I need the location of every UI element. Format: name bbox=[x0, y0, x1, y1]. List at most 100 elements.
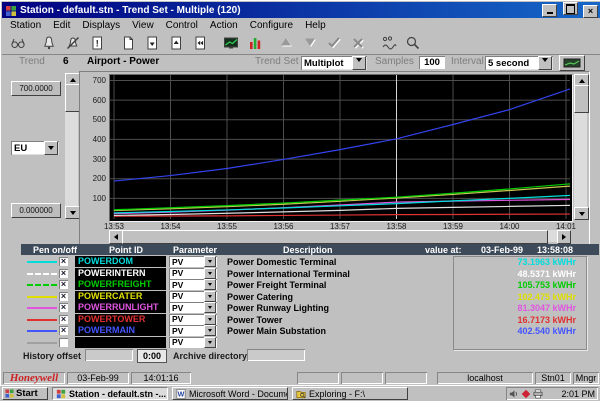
menu-item-help[interactable]: Help bbox=[299, 20, 332, 31]
pen-style-swatch bbox=[27, 261, 57, 263]
status-empty-cell bbox=[385, 372, 427, 384]
taskbar-task-explorer[interactable]: Exploring - F:\ bbox=[292, 387, 408, 400]
chevron-down-icon[interactable] bbox=[44, 141, 58, 155]
pen-table-row: PV bbox=[1, 337, 600, 349]
page-down-icon[interactable] bbox=[141, 34, 163, 53]
pen-enabled-checkbox[interactable]: × bbox=[59, 280, 68, 289]
scrollbar-thumb[interactable] bbox=[574, 85, 589, 113]
parameter-combo[interactable]: PV bbox=[169, 314, 217, 325]
menu-item-configure[interactable]: Configure bbox=[244, 20, 299, 31]
taskbar-task-word[interactable]: WMicrosoft Word - Document5 bbox=[172, 387, 288, 400]
trend-display-icon[interactable] bbox=[220, 34, 242, 53]
point-description: Power Freight Terminal bbox=[227, 280, 326, 290]
chevron-down-icon[interactable] bbox=[204, 291, 216, 302]
scrollbar-thumb[interactable] bbox=[122, 230, 548, 244]
eu-combo[interactable]: EU bbox=[11, 141, 59, 155]
alarm-disable-icon[interactable] bbox=[62, 34, 84, 53]
raise-icon[interactable] bbox=[275, 34, 297, 53]
zoom-icon[interactable] bbox=[402, 34, 424, 53]
chevron-down-icon[interactable] bbox=[538, 56, 552, 70]
pen-enabled-checkbox[interactable]: × bbox=[59, 269, 68, 278]
pen-enabled-checkbox[interactable]: × bbox=[59, 326, 68, 335]
toolbar-separator bbox=[212, 34, 219, 53]
point-id-cell: POWERDOM bbox=[75, 256, 166, 267]
scroll-down-icon[interactable] bbox=[574, 207, 589, 220]
chart-left-scrollbar[interactable] bbox=[65, 73, 78, 219]
parameter-combo[interactable]: PV bbox=[169, 279, 217, 290]
close-button[interactable]: × bbox=[583, 5, 598, 18]
chevron-down-icon[interactable] bbox=[204, 314, 216, 325]
chevron-down-icon[interactable] bbox=[204, 268, 216, 279]
toolbar-separator bbox=[30, 34, 37, 53]
pen-style-swatch bbox=[27, 284, 57, 286]
minimize-button[interactable] bbox=[542, 4, 557, 17]
chevron-down-icon[interactable] bbox=[352, 56, 366, 70]
alarm-bell-icon[interactable] bbox=[38, 34, 60, 53]
page-back-icon[interactable] bbox=[189, 34, 211, 53]
trend-set-combo[interactable]: Multiplot bbox=[301, 56, 367, 70]
volume-icon[interactable] bbox=[509, 389, 521, 399]
pen-enabled-checkbox[interactable]: × bbox=[59, 315, 68, 324]
maximize-button[interactable] bbox=[563, 2, 578, 15]
taskbar-clock: 2:01 PM bbox=[561, 389, 595, 399]
y-axis-tick-label: 500 bbox=[80, 115, 106, 124]
scrollbar-thumb[interactable] bbox=[65, 84, 80, 112]
chart-right-scrollbar[interactable] bbox=[574, 74, 587, 220]
scroll-right-icon[interactable] bbox=[557, 230, 571, 244]
pen-enabled-checkbox[interactable]: × bbox=[59, 257, 68, 266]
samples-field[interactable]: 100 bbox=[419, 56, 445, 69]
menu-item-station[interactable]: Station bbox=[4, 20, 47, 31]
point-value: 102.475 kWHr bbox=[461, 292, 576, 302]
alarm-page-icon[interactable]: ! bbox=[86, 34, 108, 53]
range-max-field[interactable]: 700.0000 bbox=[11, 81, 61, 96]
parameter-combo[interactable]: PV bbox=[169, 325, 217, 336]
menu-item-displays[interactable]: Displays bbox=[76, 20, 126, 31]
trend-plot[interactable] bbox=[109, 74, 573, 222]
recorder-button[interactable] bbox=[559, 55, 585, 71]
parameter-combo[interactable]: PV bbox=[169, 291, 217, 302]
menu-item-edit[interactable]: Edit bbox=[47, 20, 76, 31]
accept-icon[interactable] bbox=[323, 34, 345, 53]
chart-h-scrollbar[interactable] bbox=[109, 230, 571, 242]
page-icon[interactable] bbox=[117, 34, 139, 53]
scroll-left-icon[interactable] bbox=[109, 230, 123, 244]
parameter-combo[interactable]: PV bbox=[169, 256, 217, 267]
interval-combo[interactable]: 5 second bbox=[485, 56, 553, 70]
menu-item-action[interactable]: Action bbox=[204, 20, 244, 31]
history-offset-input[interactable] bbox=[85, 349, 133, 361]
toolbar: ! bbox=[2, 32, 600, 55]
pen-style-swatch bbox=[27, 330, 57, 332]
trend-chart-frame: 100200300400500600700 13:5313:5413:5513:… bbox=[79, 71, 590, 245]
print-tray-icon[interactable] bbox=[533, 389, 545, 399]
toolbar-separator bbox=[267, 34, 274, 53]
group-display-icon[interactable] bbox=[244, 34, 266, 53]
chevron-down-icon[interactable] bbox=[204, 302, 216, 313]
taskbar-task-station[interactable]: Station - default.stn -... bbox=[52, 387, 168, 400]
chevron-down-icon[interactable] bbox=[204, 337, 216, 348]
goto-spectacles-icon[interactable] bbox=[7, 34, 29, 53]
history-offset-value: 0:00 bbox=[137, 349, 167, 363]
menu-item-view[interactable]: View bbox=[126, 20, 160, 31]
archive-directory-input[interactable] bbox=[247, 349, 305, 361]
chevron-down-icon[interactable] bbox=[204, 325, 216, 336]
pen-enabled-checkbox[interactable]: × bbox=[59, 303, 68, 312]
correlate-icon[interactable] bbox=[378, 34, 400, 53]
archive-directory-label: Archive directory bbox=[173, 351, 247, 361]
cancel-icon[interactable] bbox=[347, 34, 369, 53]
pen-enabled-checkbox[interactable]: × bbox=[59, 292, 68, 301]
menu-item-control[interactable]: Control bbox=[160, 20, 204, 31]
parameter-combo[interactable]: PV bbox=[169, 337, 217, 348]
parameter-combo[interactable]: PV bbox=[169, 268, 217, 279]
parameter-combo[interactable]: PV bbox=[169, 302, 217, 313]
chevron-down-icon[interactable] bbox=[204, 256, 216, 267]
scroll-down-icon[interactable] bbox=[65, 206, 80, 219]
pen-table-row: ×POWERCATERPVPower Catering102.475 kWHr bbox=[1, 291, 600, 303]
pen-style-swatch bbox=[27, 273, 57, 275]
pen-enabled-checkbox[interactable] bbox=[59, 338, 68, 347]
alarm-tray-icon[interactable] bbox=[521, 389, 533, 399]
range-min-field[interactable]: 0.000000 bbox=[11, 203, 61, 218]
chevron-down-icon[interactable] bbox=[204, 279, 216, 290]
page-up-icon[interactable] bbox=[165, 34, 187, 53]
lower-icon[interactable] bbox=[299, 34, 321, 53]
start-button[interactable]: Start bbox=[2, 387, 48, 400]
